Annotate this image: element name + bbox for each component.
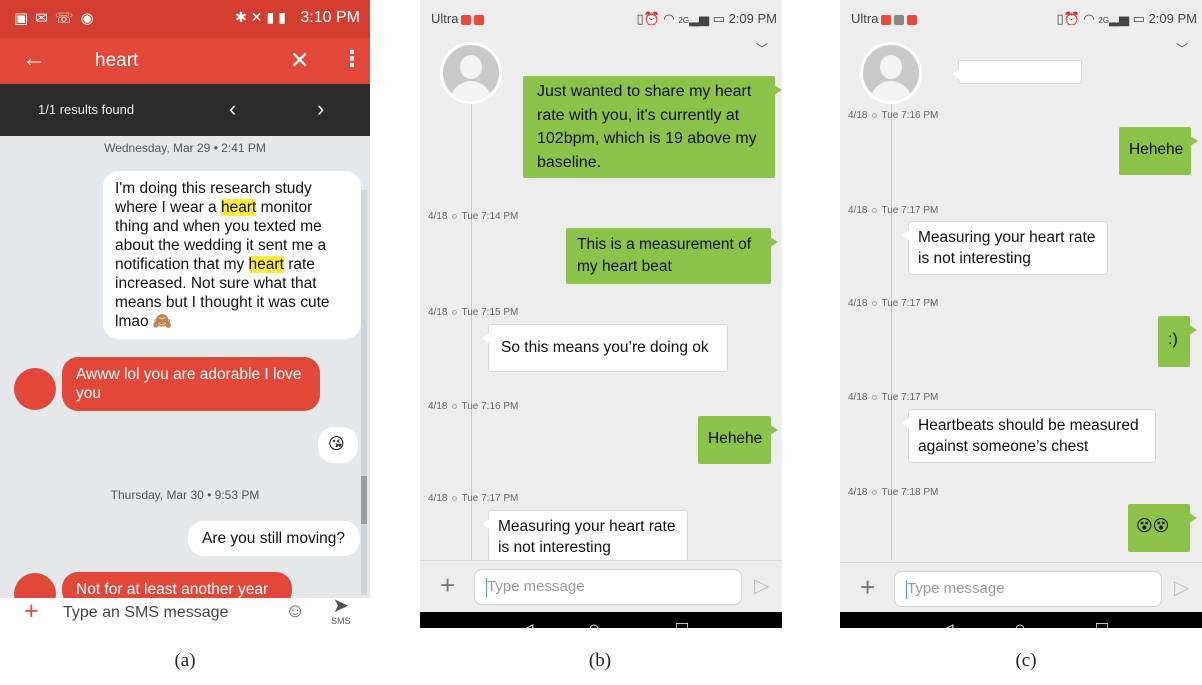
message-timestamp: 4/18 Tue 7:15 PM xyxy=(428,307,519,318)
incoming-emoji-message[interactable]: 😘 xyxy=(318,427,358,463)
timeline-line xyxy=(471,100,472,560)
date-separator: Thursday, Mar 30 • 9:53 PM xyxy=(110,488,260,502)
send-arrow-icon[interactable]: ▷ xyxy=(754,573,769,598)
outgoing-emoji-message[interactable]: 😵😵 xyxy=(1128,504,1197,552)
navigation-bar: ◁ ○ □ xyxy=(840,612,1202,628)
incoming-message[interactable]: Measuring your heart rate is not interes… xyxy=(482,510,688,564)
status-time: 3:10 PM xyxy=(300,9,360,26)
send-label: SMS xyxy=(331,616,351,626)
send-sms-button[interactable]: ➤ SMS xyxy=(331,593,351,626)
clear-search-icon[interactable]: ✕ xyxy=(290,47,309,74)
compose-bar: + Type message ▷ xyxy=(420,560,782,612)
message-timestamp: 4/18 Tue 7:17 PM xyxy=(848,392,939,403)
caption-b: (b) xyxy=(588,650,612,671)
outgoing-message[interactable]: Awww lol you are adorable I love you xyxy=(62,357,320,411)
notification-badge-icon xyxy=(907,14,918,25)
contact-avatar[interactable] xyxy=(440,42,502,104)
outgoing-message[interactable]: Just wanted to share my heart rate with … xyxy=(523,76,782,178)
incoming-message[interactable]: So this means you’re doing ok xyxy=(482,324,728,372)
recents-square-icon[interactable]: □ xyxy=(676,618,688,628)
recents-square-icon[interactable]: □ xyxy=(1096,618,1108,628)
back-arrow-icon[interactable]: ← xyxy=(22,45,46,73)
outgoing-message[interactable]: Hehehe xyxy=(698,416,778,464)
add-attachment-plus-icon[interactable]: + xyxy=(440,570,455,601)
message-timestamp: 4/18 Tue 7:18 PM xyxy=(848,487,939,498)
search-highlight: heart xyxy=(248,256,284,273)
navigation-bar: ◁ ○ □ xyxy=(420,612,782,628)
notification-icons: ▣✉☏◉ xyxy=(14,10,101,27)
date-separator: Wednesday, Mar 29 • 2:41 PM xyxy=(104,141,266,155)
outgoing-message[interactable]: :) xyxy=(1158,316,1197,367)
panel-b-huawei-messages: Ultra ▯⏰ ◠ 2G▂▅ ▭ 2:09 PM ﹀ Just wanted … xyxy=(420,0,782,628)
chevron-down-icon[interactable]: ﹀ xyxy=(756,40,768,57)
chevron-down-icon[interactable]: ﹀ xyxy=(1176,40,1188,57)
message-timestamp: 4/18 Tue 7:16 PM xyxy=(848,110,939,121)
home-circle-icon[interactable]: ○ xyxy=(1014,618,1026,628)
carrier-label: Ultra xyxy=(431,11,485,26)
add-attachment-plus-icon[interactable]: + xyxy=(860,572,875,603)
outgoing-message[interactable]: This is a measurement of my heart beat xyxy=(566,228,778,284)
message-timestamp: 4/18 Tue 7:17 PM xyxy=(848,205,939,216)
panel-a-android-messages: ▣✉☏◉ ✱✕▮▮ 3:10 PM ← heart ✕ ⋮ 1/1 result… xyxy=(0,0,370,628)
emoji-icon[interactable]: ☺ xyxy=(285,600,305,623)
message-timestamp: 4/18 Tue 7:17 PM xyxy=(428,493,519,504)
incoming-message[interactable]: I'm doing this research study where I we… xyxy=(103,171,361,339)
carrier-label: Ultra xyxy=(851,11,918,26)
status-bar: Ultra ▯⏰ ◠ 2G▂▅ ▭ 2:09 PM xyxy=(840,0,1202,38)
caption-a: (a) xyxy=(174,650,196,671)
panel-c-huawei-messages: Ultra ▯⏰ ◠ 2G▂▅ ▭ 2:09 PM ﹀ 4/18 Tue 7:16… xyxy=(840,0,1202,628)
status-bar: ▣✉☏◉ ✱✕▮▮ 3:10 PM xyxy=(0,0,370,38)
message-timestamp: 4/18 Tue 7:16 PM xyxy=(428,401,519,412)
search-query-field[interactable]: heart xyxy=(95,50,138,72)
results-count: 1/1 results found xyxy=(38,102,135,117)
search-results-bar: 1/1 results found ‹ › xyxy=(0,84,370,136)
notification-badge-icon xyxy=(894,14,905,25)
status-time: 2:09 PM xyxy=(728,11,777,26)
search-highlight: heart xyxy=(220,199,257,216)
status-bar: Ultra ▯⏰ ◠ 2G▂▅ ▭ 2:09 PM xyxy=(420,0,782,38)
status-indicators: ✱✕▮▮ 3:10 PM xyxy=(235,9,360,27)
incoming-message[interactable]: Are you still moving? xyxy=(188,521,360,556)
caption-c: (c) xyxy=(1015,650,1037,671)
next-result-chevron-icon[interactable]: › xyxy=(317,96,324,122)
home-circle-icon[interactable]: ○ xyxy=(588,618,600,628)
status-indicators: ▯⏰ ◠ 2G▂▅ ▭ 2:09 PM xyxy=(636,11,777,26)
notification-badge-icon xyxy=(881,14,892,25)
search-app-bar: ← heart ✕ ⋮ xyxy=(0,38,370,84)
back-triangle-icon[interactable]: ◁ xyxy=(938,618,953,628)
message-input[interactable]: Type message xyxy=(474,569,742,605)
notification-badge-icon xyxy=(474,14,485,25)
notification-badge-icon xyxy=(461,14,472,25)
overflow-menu-icon[interactable]: ⋮ xyxy=(341,46,363,72)
compose-bar: + Type message ▷ xyxy=(840,562,1202,614)
contact-avatar[interactable] xyxy=(860,42,922,104)
message-timestamp: 4/18 Tue 7:17 PM xyxy=(848,298,939,309)
attach-plus-icon[interactable]: + xyxy=(24,597,39,626)
sms-message-input[interactable]: Type an SMS message xyxy=(63,604,228,622)
status-time: 2:09 PM xyxy=(1148,11,1197,26)
send-arrow-icon[interactable]: ▷ xyxy=(1174,575,1189,600)
previous-result-chevron-icon[interactable]: ‹ xyxy=(229,96,236,122)
scrollbar-thumb[interactable] xyxy=(361,476,367,524)
message-timestamp: 4/18 Tue 7:14 PM xyxy=(428,211,519,222)
status-indicators: ▯⏰ ◠ 2G▂▅ ▭ 2:09 PM xyxy=(1056,11,1197,26)
back-triangle-icon[interactable]: ◁ xyxy=(518,618,533,628)
contact-avatar[interactable] xyxy=(14,368,56,410)
partial-incoming-message[interactable] xyxy=(952,60,1082,84)
incoming-message[interactable]: Measuring your heart rate is not interes… xyxy=(902,221,1108,275)
bluetooth-mute-signal-battery-icons: ✱✕▮▮ xyxy=(235,9,290,25)
outgoing-message[interactable]: Hehehe xyxy=(1119,127,1198,175)
compose-bar: + Type an SMS message ☺ ➤ SMS xyxy=(0,595,370,628)
incoming-message[interactable]: Heartbeats should be measured against so… xyxy=(902,409,1156,463)
scrollbar-track[interactable] xyxy=(361,190,367,595)
message-input[interactable]: Type message xyxy=(894,571,1162,607)
